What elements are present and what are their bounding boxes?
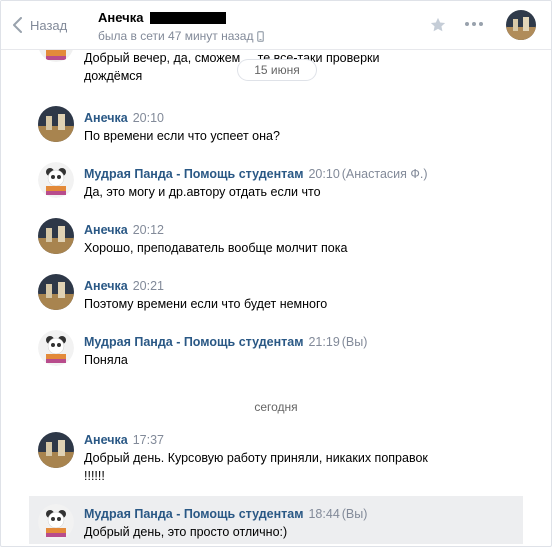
message-header: Анечка 20:21 <box>84 279 164 293</box>
online-status: была в сети 47 минут назад <box>98 29 265 43</box>
chevron-left-icon <box>13 17 22 33</box>
list-item: Мудрая Панда - Помощь студентам 20:10 (Ана… <box>29 158 523 202</box>
more-options-icon[interactable] <box>465 22 483 26</box>
author-name[interactable]: Анечка <box>84 111 128 125</box>
contact-avatar[interactable] <box>506 10 536 40</box>
list-item: Анечка 20:12 Хорошо, преподаватель вообще… <box>29 214 523 258</box>
message-text: Поэтому времени если что будет немного <box>84 297 328 311</box>
contact-name-label: Анечка <box>98 10 144 25</box>
sender-note: (Вы) <box>341 335 368 349</box>
message-time[interactable]: 20:12 <box>133 223 164 237</box>
sender-note: (Вы) <box>341 507 368 521</box>
message-text: Хорошо, преподаватель вообще молчит пока <box>84 241 348 255</box>
date-separator: 15 июня <box>238 60 316 80</box>
back-label: Назад <box>30 17 68 33</box>
author-name[interactable]: Мудрая Панда - Помощь студентам <box>84 167 303 181</box>
message-header: Анечка 20:12 <box>84 223 164 237</box>
message-time[interactable]: 20:10 <box>308 167 339 181</box>
message-list[interactable]: Добрый вечер, да, сможем ... те все-таки… <box>1 26 551 546</box>
chat-window: Назад Анечка была в сети 47 минут назад <box>0 0 552 547</box>
message-header: Мудрая Панда - Помощь студентам 20:10 (Ана… <box>84 167 428 181</box>
list-item: Анечка 20:21 Поэтому времени если что буд… <box>29 270 523 314</box>
mobile-icon <box>257 30 265 42</box>
back-button[interactable]: Назад <box>13 13 67 37</box>
avatar[interactable] <box>38 106 74 142</box>
message-header: Анечка 20:10 <box>84 111 164 125</box>
message-text: По времени если что успеет она? <box>84 129 280 143</box>
message-text: Добрый вечер, да, сможем ... те все-таки… <box>84 51 380 83</box>
author-name[interactable]: Анечка <box>84 279 128 293</box>
redaction-bar <box>150 11 227 24</box>
author-name[interactable]: Анечка <box>84 433 128 447</box>
avatar[interactable] <box>38 432 74 468</box>
message-time[interactable]: 21:19 <box>308 335 339 349</box>
avatar[interactable] <box>38 504 74 540</box>
message-text: Поняла <box>84 353 128 367</box>
sender-note: (Анастасия Ф.) <box>341 167 428 181</box>
contact-name[interactable]: Анечка <box>98 10 227 25</box>
message-header: Мудрая Панда - Помощь студентам 18:44 (Вы) <box>84 507 367 521</box>
message-text: Да, это могу и др.автору отдать если что <box>84 185 321 199</box>
avatar[interactable] <box>38 274 74 310</box>
status-text: была в сети 47 минут назад <box>98 29 254 43</box>
list-item: Анечка 20:10 По времени если что успеет о… <box>29 102 523 146</box>
message-text: Добрый день, это просто отлично:) <box>84 525 288 539</box>
star-icon[interactable] <box>429 16 447 39</box>
message-header: Мудрая Панда - Помощь студентам 21:19 (Вы) <box>84 335 367 349</box>
avatar[interactable] <box>38 330 74 366</box>
message-time[interactable]: 20:21 <box>133 279 164 293</box>
message-time[interactable]: 18:44 <box>308 507 339 521</box>
author-name[interactable]: Анечка <box>84 223 128 237</box>
list-item: Мудрая Панда - Помощь студентам 21:19 (Вы)… <box>29 326 523 370</box>
message-time[interactable]: 17:37 <box>133 433 164 447</box>
author-name[interactable]: Мудрая Панда - Помощь студентам <box>84 335 303 349</box>
avatar[interactable] <box>38 162 74 198</box>
chat-header: Назад Анечка была в сети 47 минут назад <box>1 1 551 50</box>
list-item[interactable]: Мудрая Панда - Помощь студентам 18:44 (Вы)… <box>29 496 523 544</box>
message-text: Добрый день. Курсовую работу приняли, ни… <box>84 451 428 483</box>
message-header: Анечка 17:37 <box>84 433 164 447</box>
list-item: Анечка 17:37 Добрый день. Курсовую работу… <box>29 428 523 490</box>
message-time[interactable]: 20:10 <box>133 111 164 125</box>
date-separator-today: сегодня <box>254 400 298 414</box>
avatar[interactable] <box>38 218 74 254</box>
author-name[interactable]: Мудрая Панда - Помощь студентам <box>84 507 303 521</box>
